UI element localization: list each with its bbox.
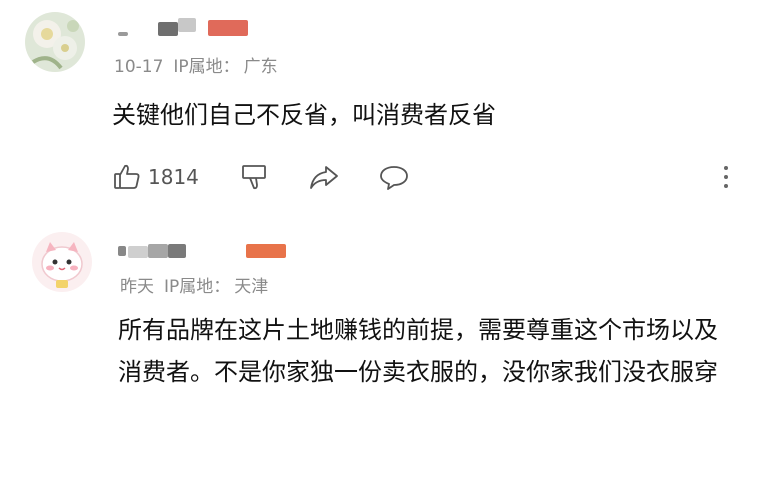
reply-bubble-icon xyxy=(378,162,410,192)
avatar[interactable] xyxy=(25,12,85,72)
ip-location: 广东 xyxy=(243,57,278,77)
thumbs-up-icon xyxy=(112,162,142,192)
ip-location: 天津 xyxy=(234,277,269,297)
username-redacted[interactable] xyxy=(112,16,312,38)
reply-button[interactable] xyxy=(378,160,410,194)
comment-date: 10-17 xyxy=(114,57,164,77)
comment-actions: 1814 xyxy=(112,160,712,194)
more-vertical-icon xyxy=(724,166,728,170)
share-button[interactable] xyxy=(308,160,340,194)
comment-meta: 10-17 IP属地： 广东 xyxy=(114,52,278,77)
like-count: 1814 xyxy=(148,165,199,189)
avatar[interactable] xyxy=(32,232,92,292)
dislike-button[interactable] xyxy=(240,160,270,194)
thumbs-down-icon xyxy=(240,162,270,192)
ip-label: IP属地： xyxy=(164,277,231,297)
comment-date: 昨天 xyxy=(120,277,154,297)
more-options-button[interactable] xyxy=(716,160,736,194)
comment-item: 昨天 IP属地： 天津 所有品牌在这片土地赚钱的前提，需要尊重这个市场以及消费者。不… xyxy=(0,214,778,482)
comment-item: 10-17 IP属地： 广东 关键他们自己不反省，叫消费者反省 1814 xyxy=(0,0,778,214)
ip-label: IP属地： xyxy=(173,57,240,77)
like-button[interactable]: 1814 xyxy=(112,160,199,194)
comment-meta: 昨天 IP属地： 天津 xyxy=(120,272,268,297)
comment-text: 关键他们自己不反省，叫消费者反省 xyxy=(112,101,496,129)
share-icon xyxy=(308,162,340,192)
comment-text: 所有品牌在这片土地赚钱的前提，需要尊重这个市场以及消费者。不是你家独一份卖衣服的… xyxy=(118,316,718,386)
username-redacted[interactable] xyxy=(118,240,318,262)
